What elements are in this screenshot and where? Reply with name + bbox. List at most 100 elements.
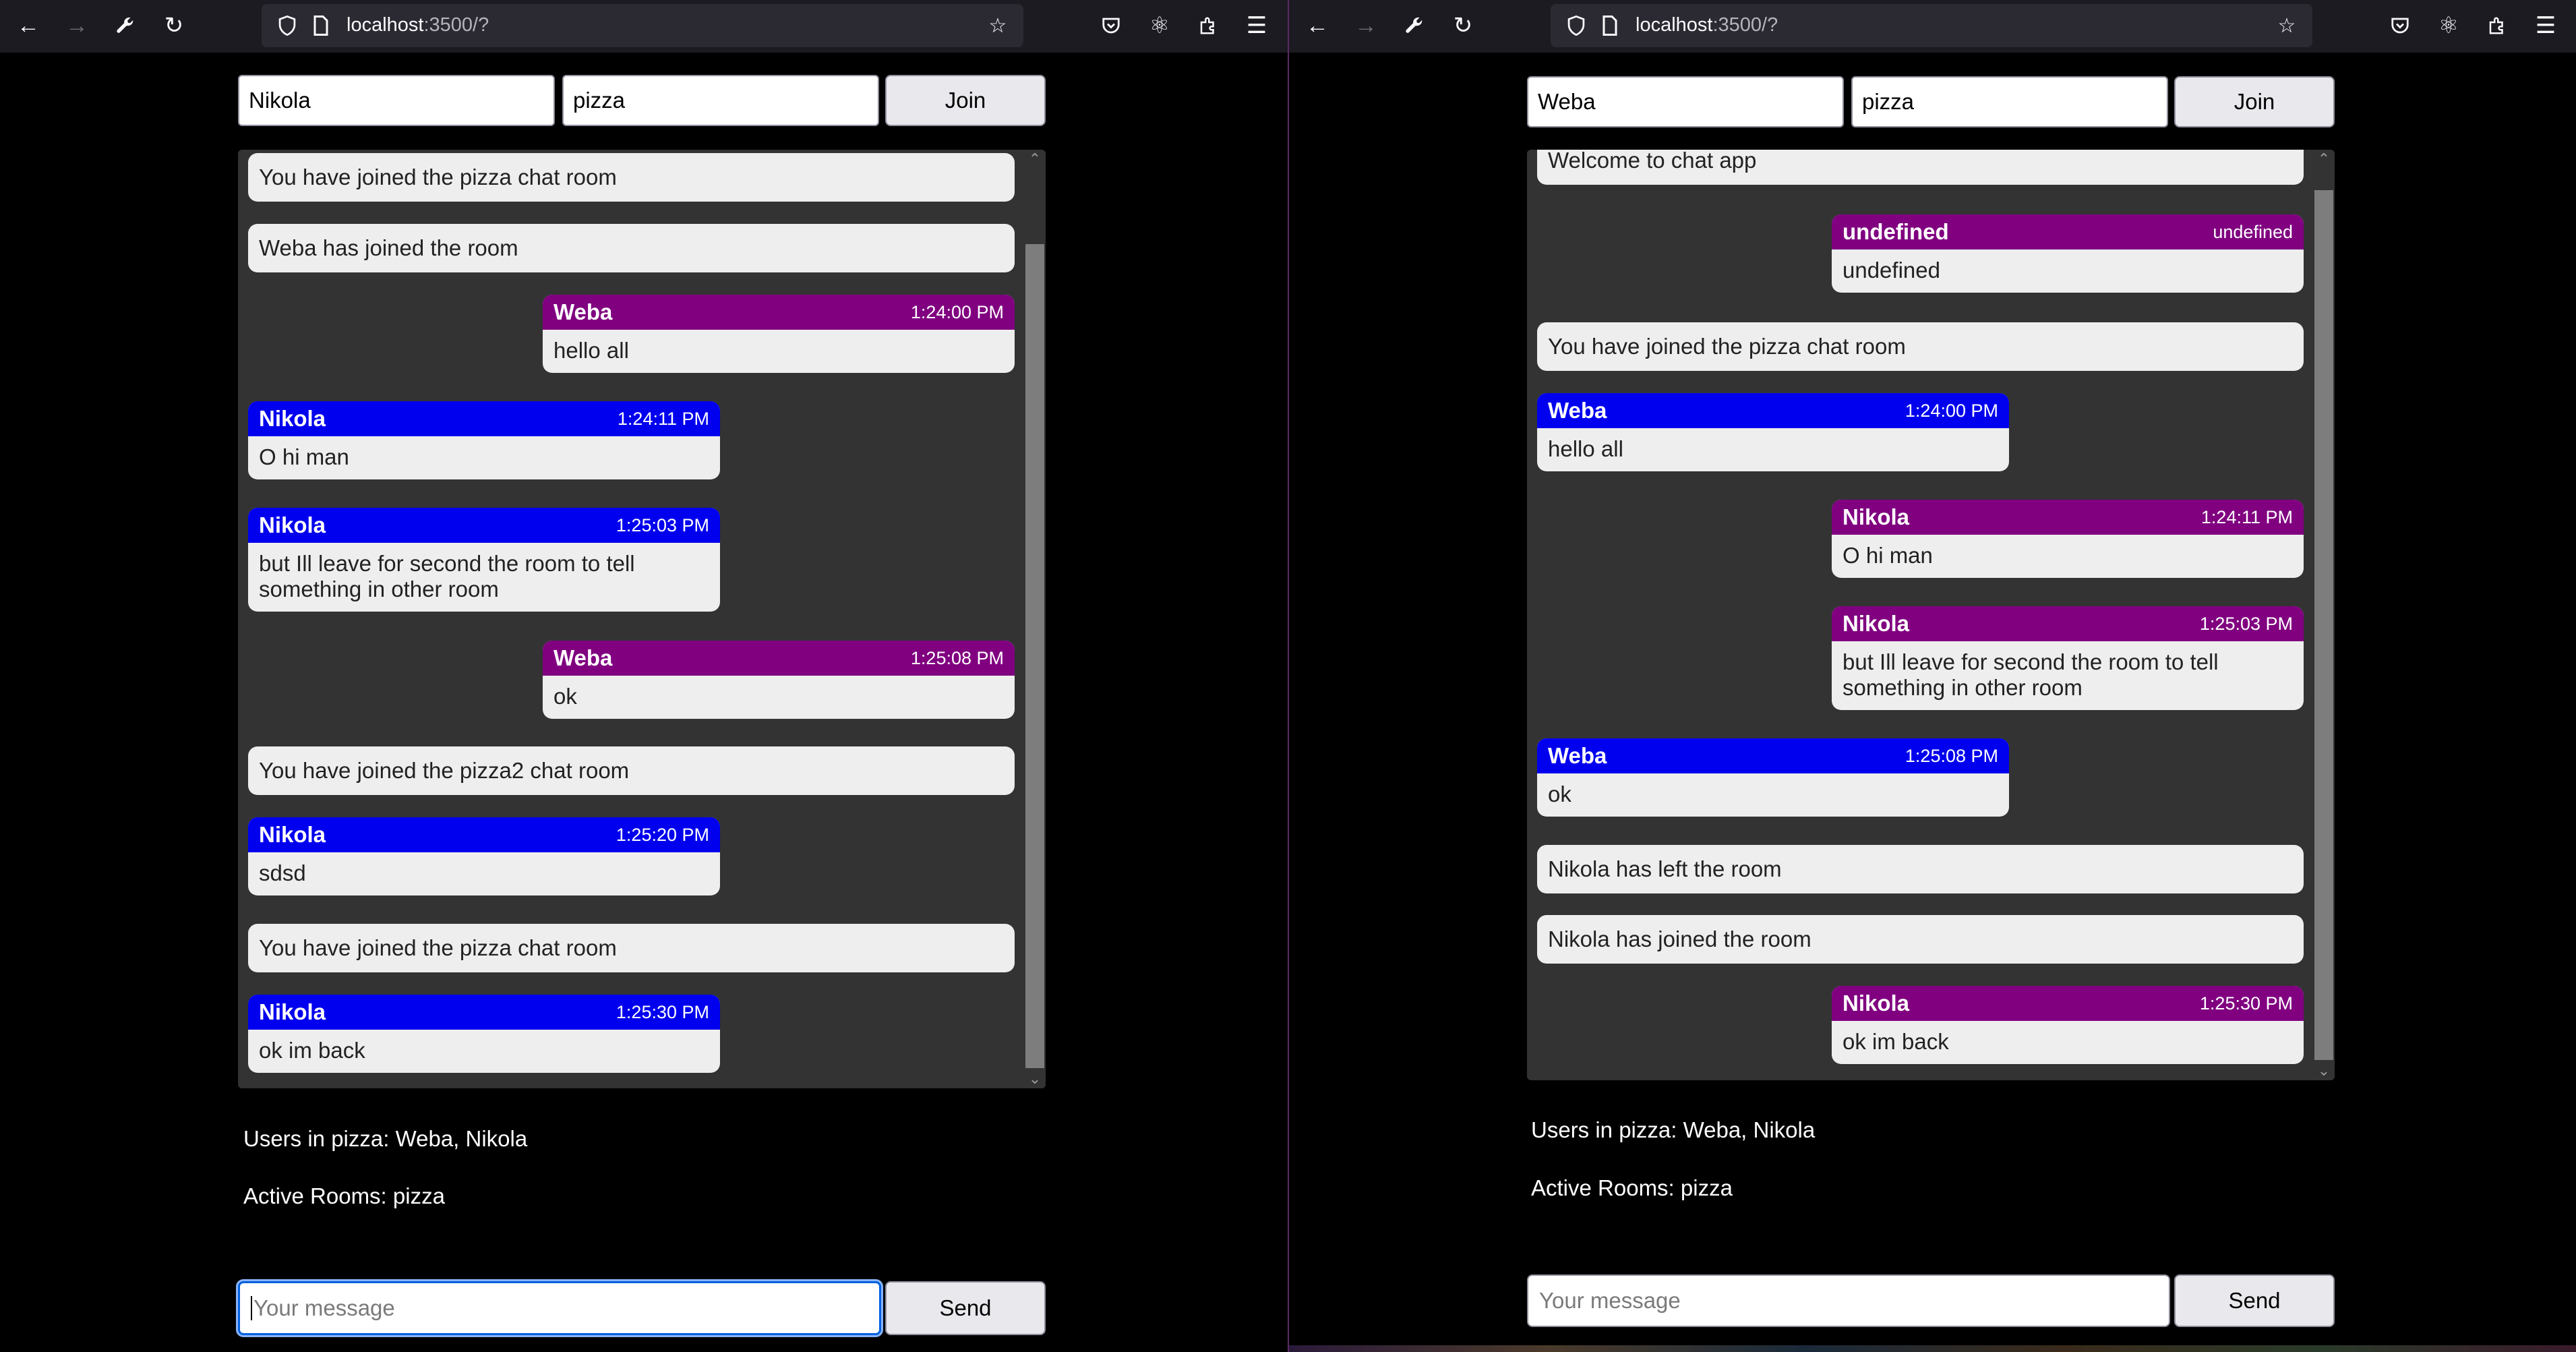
back-icon[interactable]: ← [12,9,44,42]
chat-scrollbar[interactable]: ⌃ ⌄ [2313,150,2335,1080]
chat-message: Nikola 1:25:03 PM but Ill leave for secon… [248,508,720,612]
message-placeholder: Your message [253,1295,395,1320]
text-caret [251,1296,252,1320]
chat-message: Weba 1:25:08 PM ok [543,641,1015,719]
message-time: 1:24:00 PM [1905,400,1998,421]
message-time: 1:25:03 PM [616,515,709,535]
message-author: Weba [1548,743,1607,768]
message-text: O hi man [1843,543,1933,568]
desktop-background-strip [1289,1345,2576,1352]
message-time: 1:24:11 PM [617,408,709,429]
message-author: Nikola [1843,611,1910,636]
page-icon[interactable] [305,9,337,42]
extensions-icon[interactable] [2481,9,2513,42]
system-message: You have joined the pizza chat room [248,153,1015,202]
forward-icon[interactable]: → [61,9,93,42]
message-header: Weba 1:25:08 PM [1537,738,2009,773]
chat-scrollbar[interactable]: ⌃ ⌄ [1024,150,1046,1088]
send-button[interactable]: Send [885,1281,1046,1335]
message-time: 1:25:30 PM [616,1001,709,1022]
react-devtools-icon[interactable]: ⚛ [2432,9,2465,42]
message-author: Nikola [1843,504,1910,529]
message-header: undefined undefined [1832,214,2304,249]
username-input[interactable]: Weba [1527,76,1844,127]
message-text: hello all [553,338,629,363]
message-text: ok im back [1843,1029,1949,1054]
url-bar[interactable]: localhost:3500/? ☆ [1551,4,2312,47]
scroll-up-icon[interactable]: ⌃ [2313,150,2335,169]
chat-message: Nikola 1:25:20 PM sdsd [248,817,720,895]
wrench-icon[interactable] [1398,9,1431,42]
chat-message: Nikola 1:24:11 PM O hi man [248,401,720,479]
reload-icon[interactable]: ↻ [158,9,190,42]
forward-icon[interactable]: → [1350,9,1382,42]
star-icon[interactable]: ☆ [982,9,1014,42]
message-text: O hi man [259,444,349,469]
menu-icon[interactable]: ☰ [1240,9,1273,42]
message-header: Nikola 1:25:20 PM [248,817,720,852]
scroll-down-icon[interactable]: ⌄ [2313,1061,2335,1080]
message-placeholder: Your message [1539,1288,1681,1313]
message-header: Nikola 1:24:11 PM [1832,500,2304,535]
message-header: Nikola 1:25:30 PM [1832,986,2304,1021]
shield-icon[interactable] [1560,9,1592,42]
url-text[interactable]: localhost:3500/? [347,14,489,36]
username-input[interactable]: Nikola [238,75,555,126]
back-icon[interactable]: ← [1301,9,1334,42]
message-header: Nikola 1:24:11 PM [248,401,720,436]
chat-message: Weba 1:24:00 PM hello all [1537,393,2009,471]
join-button[interactable]: Join [885,75,1046,126]
active-rooms: Active Rooms: pizza [1531,1175,1733,1200]
room-input[interactable]: pizza [562,75,879,126]
message-text: but Ill leave for second the room to tel… [259,551,635,601]
message-time: 1:24:11 PM [2200,506,2293,527]
system-message: Nikola has left the room [1537,845,2304,893]
message-header: Weba 1:25:08 PM [543,641,1015,676]
star-icon[interactable]: ☆ [2271,9,2303,42]
scroll-up-icon[interactable]: ⌃ [1024,150,1046,169]
browser-window-left: ← → ↻ localhost:3500/? ☆ ⚛ ☰ Nikola pizz… [0,0,1288,1352]
reload-icon[interactable]: ↻ [1447,9,1479,42]
message-text: ok [553,684,577,709]
message-author: Nikola [1843,991,1910,1016]
message-time: undefined [2213,221,2293,242]
react-devtools-icon[interactable]: ⚛ [1143,9,1176,42]
chat-message: Weba 1:25:08 PM ok [1537,738,2009,817]
message-header: Weba 1:24:00 PM [543,295,1015,330]
message-header: Nikola 1:25:03 PM [1832,606,2304,641]
url-bar[interactable]: localhost:3500/? ☆ [262,4,1023,47]
system-message: You have joined the pizza2 chat room [248,746,1015,795]
url-text[interactable]: localhost:3500/? [1636,14,1778,36]
room-input[interactable]: pizza [1851,76,2168,127]
menu-icon[interactable]: ☰ [2529,9,2562,42]
message-list: You have joined the pizza chat room Weba… [248,150,1015,1088]
message-text: ok [1548,782,1571,806]
join-button[interactable]: Join [2174,76,2335,127]
scroll-thumb[interactable] [2314,190,2333,1060]
wrench-icon[interactable] [109,9,142,42]
send-button[interactable]: Send [2174,1274,2335,1327]
browser-toolbar: ← → ↻ localhost:3500/? ☆ ⚛ ☰ [1289,0,2576,53]
message-header: Weba 1:24:00 PM [1537,393,2009,428]
message-input[interactable]: Your message [1527,1274,2170,1327]
chat-display[interactable]: You have joined the pizza chat room Weba… [238,150,1046,1088]
message-input[interactable]: Your message [238,1281,881,1335]
message-time: 1:25:20 PM [616,824,709,845]
extensions-icon[interactable] [1192,9,1224,42]
page-icon[interactable] [1594,9,1626,42]
scroll-thumb[interactable] [1025,244,1044,1068]
message-text: undefined [1843,258,1940,283]
chat-display[interactable]: Welcome to chat app undefined undefined u… [1527,150,2335,1080]
message-author: Weba [553,299,613,324]
chat-message: Nikola 1:25:03 PM but Ill leave for secon… [1832,606,2304,710]
shield-icon[interactable] [271,9,303,42]
message-text: hello all [1548,436,1623,461]
scroll-down-icon[interactable]: ⌄ [1024,1069,1046,1088]
pocket-icon[interactable] [2384,9,2416,42]
message-text: ok im back [259,1038,365,1063]
system-message: Nikola has joined the room [1537,915,2304,964]
chat-message: Nikola 1:25:30 PM ok im back [1832,986,2304,1064]
pocket-icon[interactable] [1095,9,1127,42]
browser-window-right: ← → ↻ localhost:3500/? ☆ ⚛ ☰ Weba pizza … [1289,0,2576,1352]
message-author: Nikola [259,512,326,537]
